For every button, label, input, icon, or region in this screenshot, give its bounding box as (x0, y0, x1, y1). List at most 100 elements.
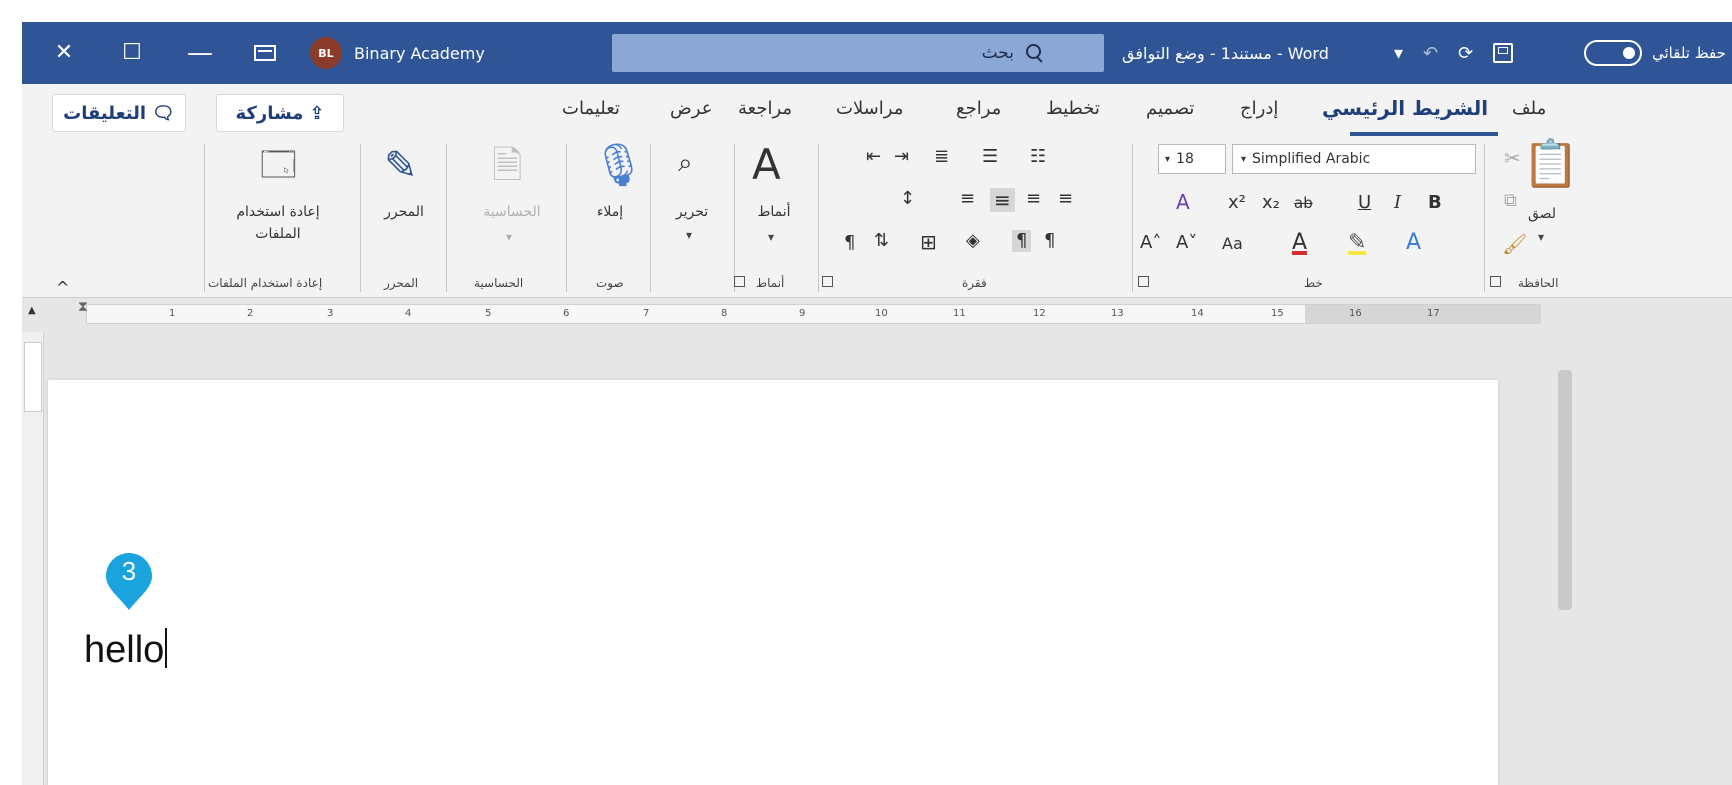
editing-label[interactable]: تحرير (662, 204, 722, 220)
reuse-files-label-line2[interactable]: الملفات (218, 226, 338, 242)
bullets-icon[interactable]: ☷ (1030, 148, 1046, 166)
strikethrough-button[interactable]: ab (1294, 196, 1313, 211)
dictate-label[interactable]: إملاء (580, 204, 640, 220)
tab-review[interactable]: مراجعة (738, 98, 792, 119)
tab-help[interactable]: تعليمات (562, 98, 620, 119)
superscript-button[interactable]: x² (1228, 194, 1246, 212)
autosave-control[interactable]: حفظ تلقائي (1584, 22, 1726, 84)
rtl-direction-icon[interactable]: ¶ (1012, 230, 1032, 252)
minimize-button[interactable]: — (186, 40, 214, 66)
font-name-select[interactable]: ▾ Simplified Arabic (1232, 144, 1476, 174)
vertical-scrollbar[interactable] (1558, 370, 1572, 610)
share-icon: ⇪ (309, 102, 325, 124)
ruler-track[interactable]: 1 2 3 4 5 6 7 8 9 10 11 12 13 14 15 16 1… (86, 304, 1541, 324)
ruler-tab-selector-icon[interactable]: ▲ (28, 306, 36, 316)
customize-qat-button[interactable]: ▾ (1394, 43, 1403, 64)
editor-label[interactable]: المحرر (372, 204, 436, 220)
borders-icon[interactable]: ⊞ (920, 232, 937, 252)
ribbon-display-options-icon[interactable] (254, 45, 276, 61)
change-case-button[interactable]: Aa (1222, 236, 1243, 252)
step-marker-number: 3 (121, 556, 137, 586)
align-left-icon[interactable]: ≡ (1058, 190, 1073, 208)
search-input[interactable]: بحث (612, 34, 1104, 72)
tab-insert[interactable]: إدراج (1240, 98, 1278, 119)
tab-view[interactable]: عرض (670, 98, 712, 119)
active-tab-indicator (1350, 132, 1498, 136)
shrink-font-button[interactable]: A˅ (1176, 234, 1197, 252)
numbering-icon[interactable]: ☰ (982, 148, 998, 166)
tab-layout[interactable]: تخطيط (1046, 98, 1100, 119)
justify-icon[interactable]: ≡ (960, 190, 975, 208)
collapse-ribbon-icon[interactable]: ^ (56, 278, 69, 297)
bold-button[interactable]: B (1428, 194, 1442, 212)
underline-button[interactable]: U (1358, 194, 1371, 212)
subscript-button[interactable]: x₂ (1262, 194, 1280, 212)
paragraph-dialog-launcher-icon[interactable] (822, 276, 833, 287)
ruler-tick: 14 (1191, 308, 1204, 319)
ribbon-separator (734, 144, 735, 292)
repeat-icon[interactable]: ⟳ (1458, 43, 1473, 64)
styles-chevron-icon[interactable]: ▾ (768, 230, 774, 244)
share-button[interactable]: ⇪ مشاركة (216, 94, 344, 132)
voice-group-label: صوت (596, 276, 624, 290)
ruler-tick: 7 (643, 308, 650, 319)
format-painter-icon[interactable]: 🖌 (1502, 234, 1527, 254)
document-body-text[interactable]: hello (84, 628, 168, 672)
paste-label[interactable]: لصق (1522, 206, 1562, 222)
styles-icon[interactable]: A (752, 144, 781, 186)
italic-button[interactable]: I (1394, 194, 1401, 212)
clipboard-dialog-launcher-icon[interactable] (1490, 276, 1501, 287)
font-dialog-launcher-icon[interactable] (1138, 276, 1149, 287)
grow-font-button[interactable]: A˄ (1140, 234, 1161, 252)
redo-icon[interactable]: ↶ (1423, 43, 1438, 64)
styles-label[interactable]: أنماط (746, 204, 802, 220)
ruler-tick: 5 (485, 308, 492, 319)
vertical-ruler-handle[interactable] (24, 342, 42, 412)
text-effects-icon[interactable]: A (1406, 232, 1421, 254)
document-title: Word - مستند1 - وضع التوافق (1122, 43, 1329, 63)
increase-indent-icon[interactable]: ⇥ (894, 148, 909, 166)
paste-icon[interactable]: 📋 (1522, 140, 1579, 186)
autosave-toggle[interactable] (1584, 40, 1642, 66)
reuse-files-icon[interactable]: 🗔 (260, 148, 297, 182)
tab-file[interactable]: ملف (1512, 98, 1546, 119)
account-name: Binary Academy (354, 43, 485, 63)
decrease-indent-icon[interactable]: ⇤ (866, 148, 881, 166)
highlight-icon[interactable]: ✎ (1348, 232, 1366, 254)
editing-chevron-icon[interactable]: ▾ (686, 228, 692, 242)
sort-icon[interactable]: ⇅ (874, 232, 889, 250)
editor-icon[interactable]: ✎ (384, 146, 418, 186)
document-page[interactable] (48, 380, 1498, 785)
editor-group-label: المحرر (384, 276, 419, 290)
search-placeholder: بحث (981, 43, 1014, 63)
close-button[interactable]: ✕ (50, 42, 78, 64)
tab-references[interactable]: مراجع (956, 98, 1001, 119)
restore-button[interactable]: ☐ (118, 42, 146, 64)
font-color-icon[interactable]: A (1292, 232, 1307, 254)
shading-icon[interactable]: ◈ (966, 232, 980, 250)
horizontal-ruler[interactable]: ▲ 1 2 3 4 5 6 7 8 9 10 11 12 13 14 15 16… (22, 298, 1732, 332)
sensitivity-group-label: الحساسية (474, 276, 524, 290)
line-spacing-icon[interactable]: ↕ (900, 190, 915, 208)
save-icon[interactable] (1493, 43, 1514, 63)
find-icon[interactable]: ⌕ (678, 150, 693, 176)
comments-button[interactable]: 🗨 التعليقات (52, 94, 186, 132)
styles-dialog-launcher-icon[interactable] (734, 276, 745, 287)
avatar[interactable]: BL (310, 37, 342, 69)
account-area[interactable]: BL Binary Academy (310, 37, 485, 69)
align-center-icon[interactable]: ≡ (1026, 190, 1041, 208)
clear-formatting-icon[interactable]: A (1176, 192, 1190, 212)
show-formatting-icon[interactable]: ¶ (844, 234, 855, 252)
paste-chevron-icon[interactable]: ▾ (1538, 230, 1544, 244)
microphone-icon[interactable]: 🎙 (592, 144, 645, 186)
font-name-value: Simplified Arabic (1252, 151, 1371, 167)
tab-design[interactable]: تصميم (1146, 98, 1194, 119)
multilevel-list-icon[interactable]: ≣ (934, 148, 949, 166)
font-size-select[interactable]: ▾ 18 (1158, 144, 1226, 174)
tab-mailings[interactable]: مراسلات (836, 98, 903, 119)
ltr-direction-icon[interactable]: ¶ (1044, 232, 1055, 250)
indent-marker-icon[interactable]: ⧗ (78, 300, 88, 314)
align-right-icon[interactable]: ≡ (990, 188, 1015, 212)
reuse-files-label-line1[interactable]: إعادة استخدام (218, 204, 338, 220)
tab-home[interactable]: الشريط الرئيسي (1322, 96, 1488, 120)
